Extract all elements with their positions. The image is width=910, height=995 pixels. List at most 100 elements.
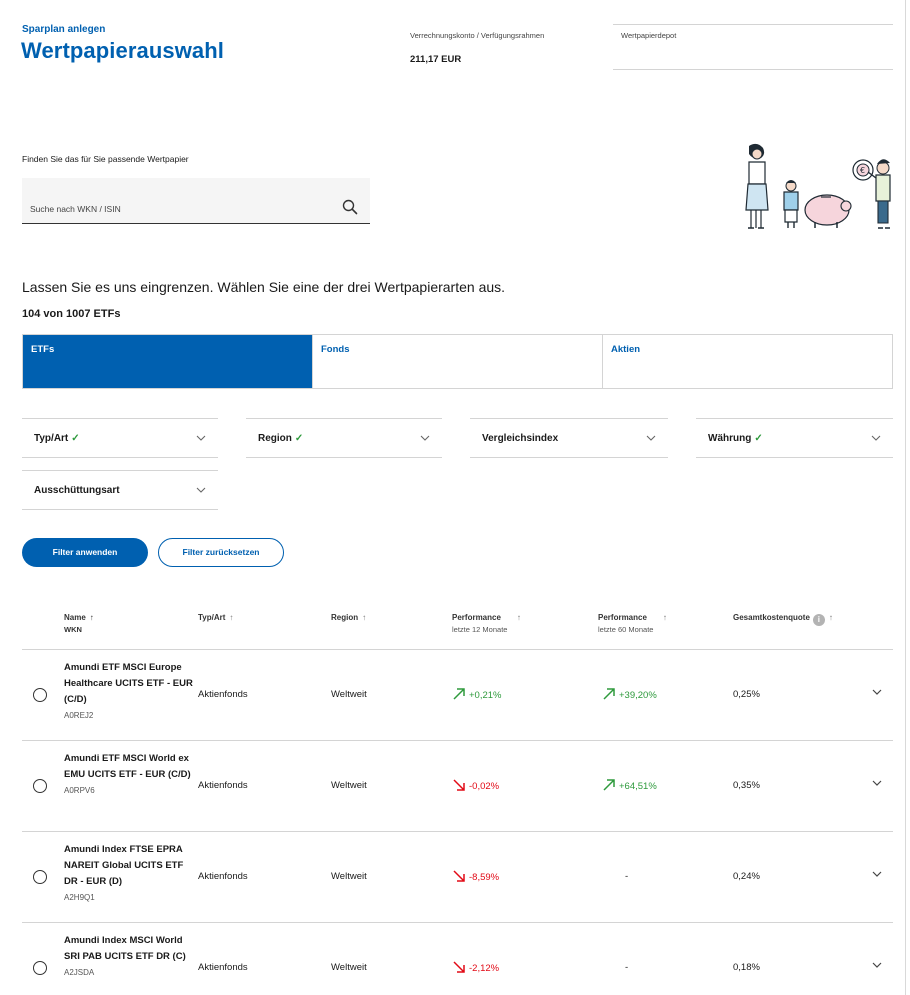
row-perf12: -2,12% [452, 960, 499, 974]
row-name: Amundi ETF MSCI Europe Healthcare UCITS … [64, 660, 196, 724]
row-ter: 0,18% [733, 962, 760, 973]
filter-waehrung[interactable]: Währung ✓ [696, 418, 893, 458]
row-perf12: +0,21% [452, 687, 502, 701]
reset-filter-button[interactable]: Filter zurücksetzen [158, 538, 284, 567]
row-region: Weltweit [331, 780, 367, 791]
result-count: 104 von 1007 ETFs [22, 308, 121, 320]
filter-ausschuettungsart-label: Ausschüttungsart [34, 485, 120, 496]
filter-ausschuettungsart[interactable]: Ausschüttungsart [22, 470, 218, 510]
column-header-wkn: WKN [64, 625, 82, 634]
column-header-name[interactable]: Name ↑ WKN [64, 613, 94, 634]
svg-text:€: € [860, 166, 865, 175]
tab-aktien[interactable]: Aktien [603, 335, 892, 388]
info-icon[interactable]: i [812, 614, 825, 626]
filter-typ-art[interactable]: Typ/Art ✓ [22, 418, 218, 458]
table-row[interactable]: Amundi ETF MSCI World ex EMU UCITS ETF -… [22, 741, 893, 832]
column-header-perf12-label: Performance [452, 613, 501, 622]
trend-up-icon [603, 779, 615, 791]
trend-down-icon [453, 870, 465, 882]
row-select-radio[interactable] [33, 688, 47, 702]
row-region: Weltweit [331, 689, 367, 700]
row-name-text: Amundi ETF MSCI World ex EMU UCITS ETF -… [64, 753, 191, 780]
filter-region-label: Region [258, 433, 292, 444]
row-type: Aktienfonds [198, 871, 248, 882]
page-subtitle: Sparplan anlegen [22, 24, 106, 35]
table-row[interactable]: Amundi ETF MSCI Europe Healthcare UCITS … [22, 650, 893, 741]
row-select-radio[interactable] [33, 961, 47, 975]
column-header-ter[interactable]: Gesamtkostenquote i ↑ [733, 613, 833, 626]
column-header-perf60-label: Performance [598, 613, 647, 622]
trend-up-icon [603, 688, 615, 700]
search-intro: Finden Sie das für Sie passende Wertpapi… [22, 154, 189, 164]
trend-down-icon [453, 961, 465, 973]
row-perf60: +39,20% [602, 687, 657, 701]
chevron-down-icon[interactable] [872, 870, 882, 878]
row-perf12-value: -2,12% [469, 963, 500, 974]
chevron-down-icon[interactable] [872, 779, 882, 787]
filter-typ-art-label: Typ/Art [34, 433, 69, 444]
column-header-perf60[interactable]: Performance ↑ letzte 60 Monate [598, 613, 667, 634]
check-icon: ✓ [71, 433, 80, 444]
column-header-type[interactable]: Typ/Art ↑ [198, 613, 233, 622]
column-header-perf12-sub: letzte 12 Monate [452, 625, 508, 634]
sort-arrow-up-icon: ↑ [362, 613, 367, 622]
apply-filter-button[interactable]: Filter anwenden [22, 538, 148, 567]
row-wkn: A0REJ2 [64, 711, 94, 720]
chevron-down-icon[interactable] [872, 961, 882, 969]
sort-arrow-up-icon: ↑ [516, 613, 521, 622]
row-select-radio[interactable] [33, 870, 47, 884]
row-perf60-value: - [625, 962, 629, 973]
row-name-text: Amundi Index FTSE EPRA NAREIT Global UCI… [64, 844, 184, 887]
row-wkn: A2JSDA [64, 968, 95, 977]
account-value: 211,17 EUR [410, 54, 462, 65]
column-header-perf60-sub: letzte 60 Monate [598, 625, 654, 634]
section-lead-text: Lassen Sie es uns eingrenzen. Wählen Sie… [22, 279, 506, 295]
filter-region[interactable]: Region ✓ [246, 418, 442, 458]
row-perf60: +64,51% [602, 778, 657, 792]
filter-waehrung-label: Währung [708, 433, 752, 444]
table-row[interactable]: Amundi Index FTSE EPRA NAREIT Global UCI… [22, 832, 893, 923]
chevron-down-icon [871, 435, 881, 441]
row-perf60-value: +64,51% [619, 781, 657, 792]
row-wkn: A0RPV6 [64, 786, 95, 795]
row-name: Amundi Index MSCI World SRI PAB UCITS ET… [64, 933, 196, 981]
row-perf12-value: +0,21% [469, 690, 502, 701]
row-select-radio[interactable] [33, 779, 47, 793]
chevron-down-icon[interactable] [872, 688, 882, 696]
row-region: Weltweit [331, 962, 367, 973]
family-piggy-bank-illustration: € [745, 143, 891, 229]
depot-label: Wertpapierdepot [621, 31, 677, 40]
tab-etfs[interactable]: ETFs [23, 335, 313, 388]
row-type: Aktienfonds [198, 689, 248, 700]
table-row[interactable]: Amundi Index MSCI World SRI PAB UCITS ET… [22, 923, 893, 995]
column-header-region[interactable]: Region ↑ [331, 613, 366, 622]
column-header-type-label: Typ/Art [198, 613, 226, 622]
depot-select[interactable]: Wertpapierdepot [613, 24, 893, 70]
row-perf12: -0,02% [452, 778, 499, 792]
row-perf12-value: -0,02% [469, 781, 500, 792]
row-ter: 0,25% [733, 689, 760, 700]
search-placeholder: Suche nach WKN / ISIN [30, 204, 121, 214]
column-header-perf12[interactable]: Performance ↑ letzte 12 Monate [452, 613, 521, 634]
row-region: Weltweit [331, 871, 367, 882]
row-ter: 0,35% [733, 780, 760, 791]
row-name: Amundi Index FTSE EPRA NAREIT Global UCI… [64, 842, 196, 906]
tab-fonds[interactable]: Fonds [313, 335, 603, 388]
filter-vergleichsindex[interactable]: Vergleichsindex [470, 418, 668, 458]
chevron-down-icon [646, 435, 656, 441]
column-header-region-label: Region [331, 613, 359, 622]
row-perf12-value: -8,59% [469, 872, 500, 883]
sort-arrow-up-icon: ↑ [828, 613, 833, 622]
search-icon[interactable] [342, 199, 358, 215]
security-type-tabs: ETFs Fonds Aktien [22, 334, 893, 389]
chevron-down-icon [196, 487, 206, 493]
column-header-name-label: Name [64, 613, 86, 622]
account-label: Verrechnungskonto / Verfügungsrahmen [410, 31, 545, 40]
filter-vergleichsindex-label: Vergleichsindex [482, 433, 559, 444]
row-type: Aktienfonds [198, 962, 248, 973]
row-perf60-value: - [625, 871, 629, 882]
row-ter: 0,24% [733, 871, 760, 882]
row-name: Amundi ETF MSCI World ex EMU UCITS ETF -… [64, 751, 196, 799]
check-icon: ✓ [754, 433, 763, 444]
search-input[interactable]: Suche nach WKN / ISIN [22, 178, 370, 224]
